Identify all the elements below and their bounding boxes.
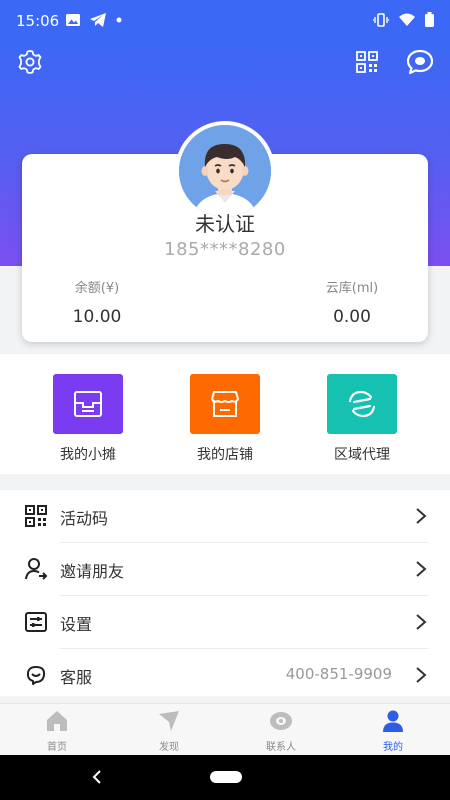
tab-discover[interactable]: 发现 <box>124 710 214 753</box>
discover-icon <box>159 711 179 731</box>
store-icon <box>211 391 239 417</box>
tab-label: 发现 <box>159 742 179 753</box>
tab-label: 我的 <box>383 742 403 753</box>
wifi-icon <box>399 13 415 26</box>
shortcut-label: 我的店铺 <box>197 447 253 463</box>
cloud-storage-value: 0.00 <box>333 307 371 327</box>
tab-label: 联系人 <box>266 742 296 753</box>
menu-item-invite-friends[interactable]: 邀请朋友 <box>0 543 450 595</box>
status-time: 15:06 <box>16 12 60 30</box>
cloud-storage-stat[interactable]: 云库(ml) 0.00 <box>292 277 412 327</box>
chevron-right-icon <box>416 614 427 630</box>
invite-user-icon <box>25 558 48 580</box>
menu-list: 活动码 邀请朋友 设置 客服 400-851-9909 <box>0 490 450 696</box>
home-icon <box>47 711 67 731</box>
menu-item-settings[interactable]: 设置 <box>0 596 450 648</box>
tab-label: 首页 <box>47 742 67 753</box>
status-bar: 15:06 <box>0 0 450 40</box>
menu-item-customer-service[interactable]: 客服 400-851-9909 <box>0 649 450 701</box>
settings-sliders-icon <box>25 612 47 632</box>
bottom-tab-bar: 首页 发现 联系人 我的 <box>0 703 450 755</box>
user-name: 未认证 <box>195 212 255 236</box>
gear-icon <box>18 50 42 74</box>
battery-icon <box>425 12 434 27</box>
back-arrow-icon[interactable] <box>90 767 104 787</box>
home-pill-button[interactable] <box>210 771 242 783</box>
notification-dot-icon <box>116 17 122 23</box>
menu-item-label: 客服 <box>60 668 93 687</box>
menu-item-activity-code[interactable]: 活动码 <box>0 490 450 542</box>
tab-contacts[interactable]: 联系人 <box>236 710 326 753</box>
messages-button[interactable] <box>405 47 435 77</box>
tab-me[interactable]: 我的 <box>348 710 438 753</box>
cloud-storage-label: 云库(ml) <box>325 281 379 296</box>
customer-service-icon <box>26 666 46 685</box>
vibrate-icon <box>373 12 389 27</box>
chevron-right-icon <box>416 667 427 683</box>
shortcut-tile <box>327 374 397 434</box>
qr-code-icon <box>25 505 47 527</box>
system-navigation-bar <box>0 755 450 800</box>
avatar[interactable] <box>175 121 275 221</box>
chevron-right-icon <box>416 508 427 524</box>
telegram-icon <box>90 13 106 27</box>
settings-gear-button[interactable] <box>15 47 45 77</box>
avatar-illustration-icon <box>179 125 271 217</box>
qr-code-icon <box>356 51 378 73</box>
customer-service-phone: 400-851-9909 <box>285 665 392 683</box>
stall-icon <box>74 391 102 417</box>
shortcut-tile <box>53 374 123 434</box>
shortcut-my-store[interactable]: 我的店铺 <box>180 374 270 464</box>
balance-stat[interactable]: 余额(¥) 10.00 <box>37 277 157 327</box>
contacts-icon <box>270 712 292 730</box>
menu-item-label: 设置 <box>60 615 93 634</box>
region-agent-icon <box>348 390 376 418</box>
tab-home[interactable]: 首页 <box>12 710 102 753</box>
gallery-icon <box>66 14 80 26</box>
shortcut-tile <box>190 374 260 434</box>
balance-label: 余额(¥) <box>74 281 120 296</box>
shortcut-section: 我的小摊 我的店铺 区域代理 <box>0 354 450 474</box>
user-phone: 185****8280 <box>164 239 286 260</box>
menu-item-label: 活动码 <box>60 509 109 528</box>
profile-icon <box>383 710 403 732</box>
balance-value: 10.00 <box>72 307 122 327</box>
chevron-right-icon <box>416 561 427 577</box>
menu-item-label: 邀请朋友 <box>60 562 125 581</box>
shortcut-my-stall[interactable]: 我的小摊 <box>43 374 133 464</box>
shortcut-region-agent[interactable]: 区域代理 <box>317 374 407 464</box>
chat-bubble-icon <box>406 49 434 75</box>
qr-code-button[interactable] <box>352 47 382 77</box>
shortcut-label: 区域代理 <box>334 447 390 463</box>
shortcut-label: 我的小摊 <box>60 447 116 463</box>
